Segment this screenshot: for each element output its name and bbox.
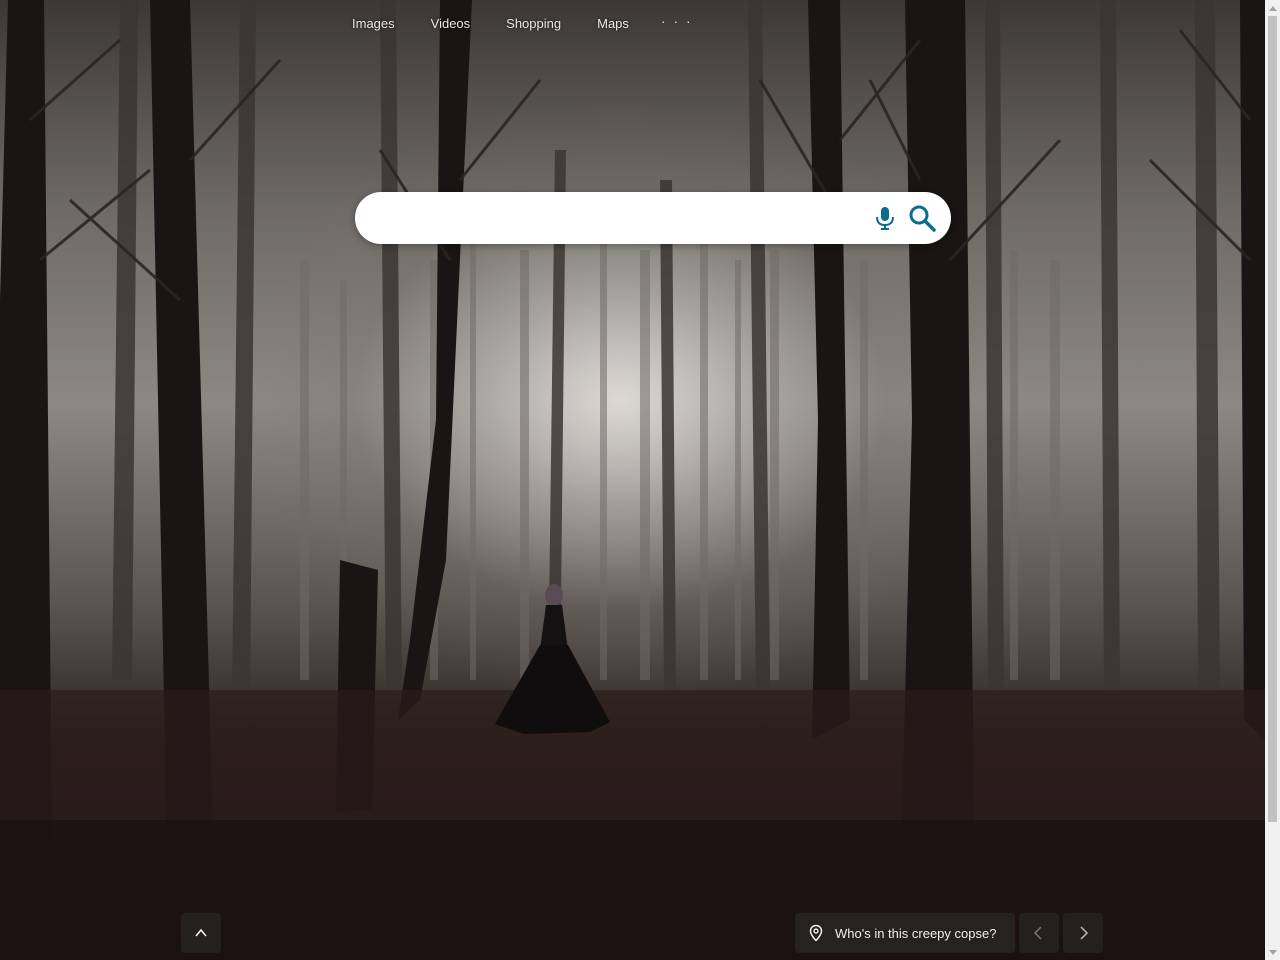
image-caption-label: Who's in this creepy copse? bbox=[835, 925, 997, 941]
homepage-background: Images Videos Shopping Maps · · · Who's … bbox=[0, 0, 1280, 960]
scroll-down-arrow-icon[interactable] bbox=[1265, 945, 1280, 960]
scroll-up-arrow-icon[interactable] bbox=[1265, 0, 1280, 15]
previous-image-button[interactable] bbox=[1019, 913, 1059, 953]
scroll-up-button[interactable] bbox=[181, 913, 221, 953]
figure-silhouette bbox=[495, 584, 610, 734]
nav-maps-link[interactable]: Maps bbox=[579, 14, 647, 33]
forest-background-image bbox=[0, 0, 1280, 960]
nav-videos-link[interactable]: Videos bbox=[413, 14, 489, 33]
vertical-scrollbar[interactable] bbox=[1265, 0, 1280, 960]
search-box bbox=[355, 192, 951, 244]
nav-shopping-link[interactable]: Shopping bbox=[488, 14, 579, 33]
nav-more-button[interactable]: · · · bbox=[647, 13, 707, 29]
location-pin-icon bbox=[809, 924, 823, 942]
scrollbar-thumb[interactable] bbox=[1268, 16, 1277, 822]
search-input[interactable] bbox=[377, 202, 861, 236]
next-image-button[interactable] bbox=[1063, 913, 1103, 953]
chevron-right-icon bbox=[1080, 926, 1089, 940]
nav-images-link[interactable]: Images bbox=[334, 14, 413, 33]
top-navigation: Images Videos Shopping Maps · · · bbox=[334, 13, 707, 33]
image-info-button[interactable]: Who's in this creepy copse? bbox=[795, 913, 1015, 953]
microphone-icon[interactable] bbox=[871, 204, 899, 232]
search-icon[interactable] bbox=[907, 203, 937, 233]
chevron-up-icon bbox=[195, 928, 207, 937]
chevron-left-icon bbox=[1033, 926, 1042, 940]
